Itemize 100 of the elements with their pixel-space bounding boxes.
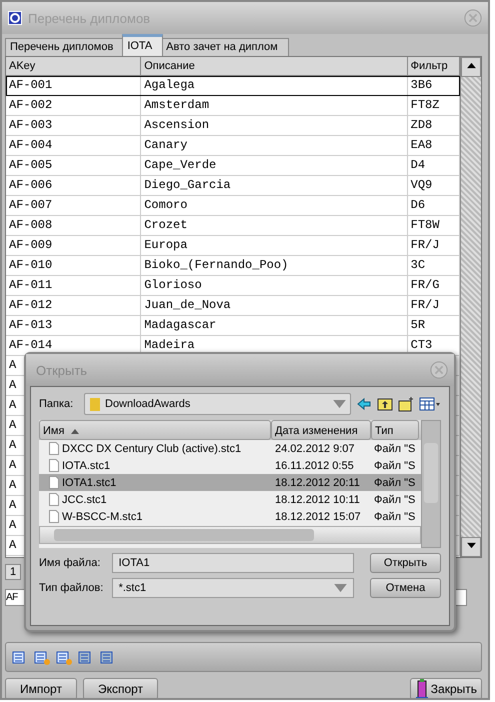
table-cell: FR/G (410, 278, 440, 292)
table-cell: AF-008 (9, 218, 52, 232)
tab[interactable]: IOTA (122, 34, 164, 56)
table-cell: AF-007 (9, 198, 52, 212)
table-cell: Amsterdam (144, 98, 210, 112)
table-cell: Diego_Garcia (144, 178, 231, 192)
dropdown-arrow-icon (333, 400, 346, 408)
table-cell: ZD8 (410, 118, 432, 132)
up-folder-icon[interactable] (377, 396, 393, 412)
file-item[interactable]: JCC.stc1 18.12.2012 10:11 Файл "S (39, 491, 421, 508)
door-icon (414, 679, 429, 698)
export-button[interactable]: Экспорт (82, 678, 158, 698)
table-cell: Ascension (144, 118, 210, 132)
table-cell: A (9, 378, 16, 392)
add-record-icon[interactable] (34, 649, 50, 665)
table-cell: Bioko_(Fernando_Poo) (144, 258, 288, 272)
table-cell: A (9, 478, 16, 492)
table-cell: D6 (410, 198, 426, 212)
table-cell: FR/J (410, 238, 440, 252)
open-button[interactable]: Открыть (370, 553, 441, 573)
table-cell: FR/J (410, 298, 440, 312)
folder-label: Папка: (39, 398, 74, 410)
table-cell: Madagascar (144, 318, 216, 332)
table-cell: Cape_Verde (144, 158, 216, 172)
up-arrow-icon (466, 62, 476, 69)
record-number: 1 (5, 564, 22, 580)
file-item[interactable]: DXCC DX Century Club (active).stc1 24.02.2012 9:07 Файл "S (39, 440, 421, 457)
table-cell: 5R (410, 318, 426, 332)
file-item[interactable]: IOTA.stc1 16.11.2012 0:55 Файл "S (39, 457, 421, 474)
cancel-button[interactable]: Отмена (370, 578, 441, 598)
table-cell: Europa (144, 238, 188, 252)
table-cell: A (9, 538, 16, 552)
column-header[interactable]: Тип (371, 420, 419, 440)
table-cell: A (9, 418, 16, 432)
table-cell: FT8W (410, 218, 440, 232)
sort-arrow-icon (71, 429, 80, 434)
file-item[interactable]: IOTA1.stc1 18.12.2012 20:11 Файл "S (39, 474, 421, 491)
table-cell: AF-009 (9, 238, 52, 252)
remove-record-icon[interactable] (56, 649, 72, 665)
new-folder-icon[interactable] (398, 396, 414, 412)
tab[interactable]: Перечень дипломов (5, 38, 124, 56)
tab[interactable]: Авто зачет на диплом (161, 38, 289, 56)
file-icon (49, 442, 59, 455)
folder-icon (89, 396, 101, 412)
table-cell: Juan_de_Nova (144, 298, 231, 312)
vertical-scrollbar[interactable] (421, 420, 441, 548)
app-icon (8, 11, 22, 25)
down-arrow-icon (466, 542, 476, 549)
dropdown-arrow-icon (334, 584, 347, 592)
file-item[interactable]: W-BSCC-M.stc1 18.12.2012 15:07 Файл "S (39, 508, 421, 525)
table-cell: EA8 (410, 138, 432, 152)
column-header[interactable]: Дата изменения (271, 420, 371, 440)
table-cell: Glorioso (144, 278, 202, 292)
file-type-label: Тип файлов: (39, 582, 104, 594)
table-cell: A (9, 498, 16, 512)
scroll-down-button[interactable] (461, 537, 481, 557)
back-icon[interactable] (356, 396, 372, 412)
table-cell: D4 (410, 158, 426, 172)
filename-field[interactable]: IOTA1 (112, 553, 354, 573)
table-cell: VQ9 (410, 178, 432, 192)
column-header[interactable]: Имя (39, 420, 271, 440)
folder-dropdown[interactable]: DownloadAwards (84, 393, 351, 415)
column-header[interactable]: AKey (6, 57, 142, 75)
column-header[interactable]: Описание (141, 57, 408, 75)
table-cell: A (9, 398, 16, 412)
file-type-dropdown[interactable]: *.stc1 (112, 578, 354, 598)
table-cell: Comoro (144, 198, 188, 212)
table-cell: AF-001 (9, 78, 52, 92)
table-cell: A (9, 518, 16, 532)
table-cell: AF-002 (9, 98, 52, 112)
table-cell: AF-013 (9, 318, 52, 332)
view-menu-icon[interactable] (419, 396, 441, 412)
file-icon (49, 493, 59, 506)
table-cell: AF-011 (9, 278, 52, 292)
selected-row[interactable]: AF-001 Agalega 3B6 (6, 76, 460, 96)
table-cell: Agalega (144, 78, 195, 92)
file-icon (49, 510, 59, 523)
table-cell: A (9, 458, 16, 472)
table-cell: AF-005 (9, 158, 52, 172)
table-cell: AF-006 (9, 178, 52, 192)
table-cell: 3B6 (410, 78, 432, 92)
import-button[interactable]: Импорт (5, 678, 77, 698)
table-cell: Madeira (144, 338, 195, 352)
table-cell: AF-010 (9, 258, 52, 272)
horizontal-scrollbar[interactable] (39, 526, 421, 544)
dialog-title: Открыть (36, 362, 88, 378)
table-cell: AF-004 (9, 138, 52, 152)
table-cell: Canary (144, 138, 188, 152)
table-cell: AF-003 (9, 118, 52, 132)
file-icon (49, 476, 59, 489)
table-cell: AF-014 (9, 338, 52, 352)
close-button[interactable]: Закрыть (410, 678, 482, 698)
table-cell: CT3 (410, 338, 432, 352)
filename-label: Имя файла: (39, 557, 102, 569)
table-cell: A (9, 358, 16, 372)
table-cell: FT8Z (410, 98, 440, 112)
table-cell: AF-012 (9, 298, 52, 312)
file-icon (49, 459, 59, 472)
table-cell: A (9, 438, 16, 452)
scroll-up-button[interactable] (461, 57, 481, 77)
